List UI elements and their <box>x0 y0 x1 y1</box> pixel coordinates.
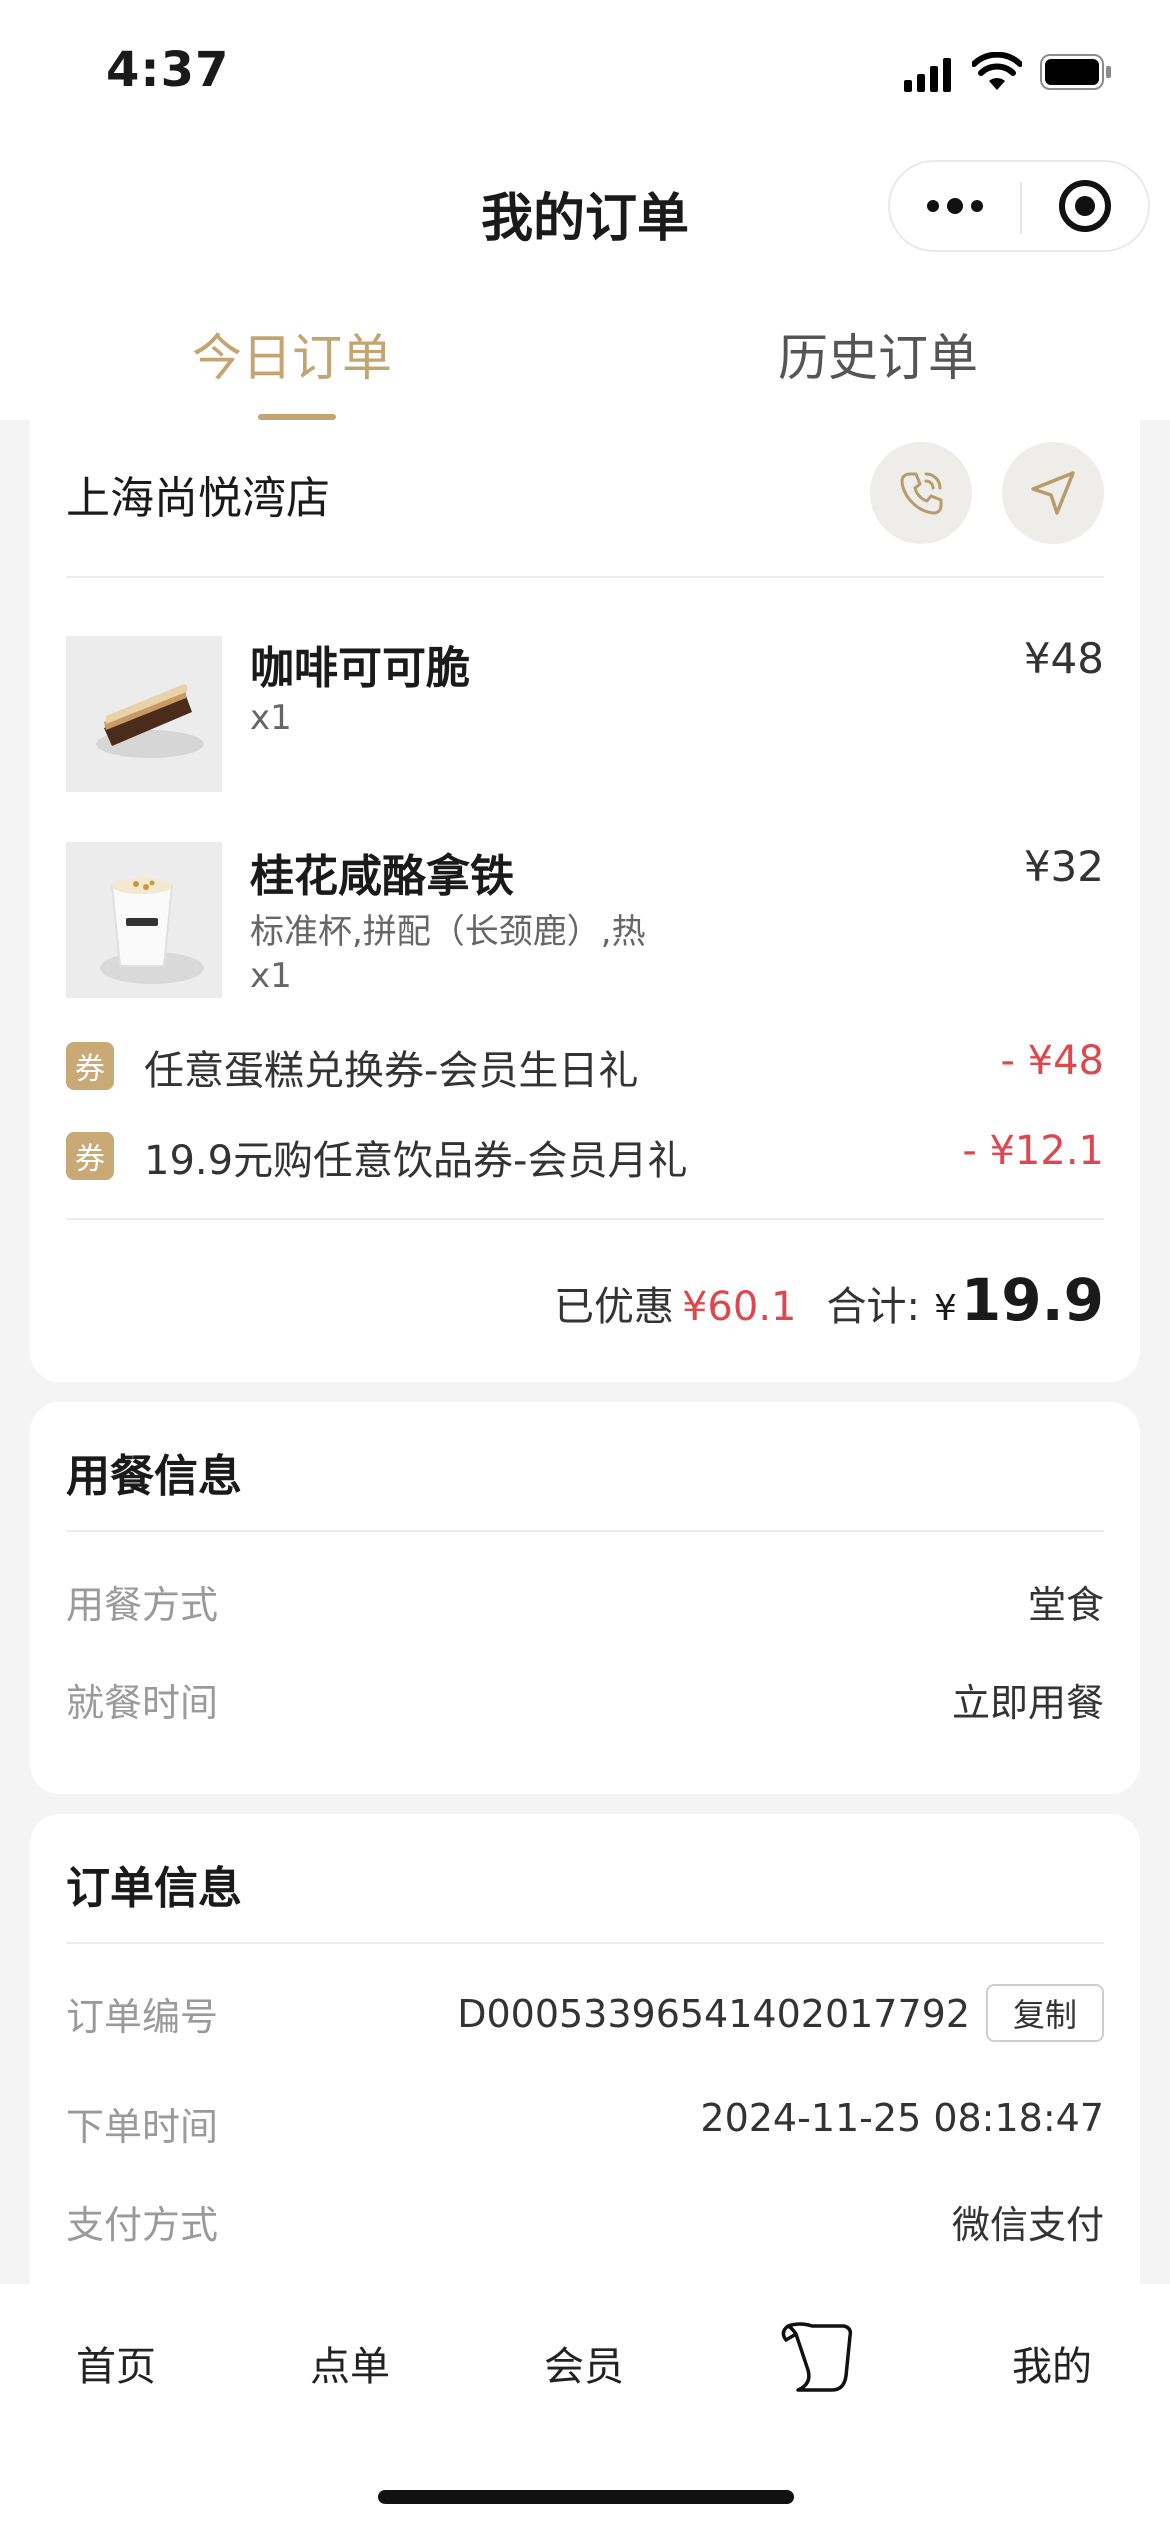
total-currency: ¥ <box>933 1288 957 1329</box>
total-label: 合计: <box>826 1284 920 1330</box>
item-spec: 标准杯,拼配（长颈鹿）,热 <box>250 912 646 952</box>
order-number-label: 订单编号 <box>66 1995 219 2039</box>
tabbar-item-orders[interactable] <box>778 2318 862 2398</box>
item-name: 桂花咸酪拿铁 <box>250 851 514 902</box>
copy-button[interactable]: 复制 <box>986 1984 1104 2042</box>
navigate-store-button[interactable] <box>1002 442 1104 544</box>
divider <box>66 1942 1104 1944</box>
tab-today-orders[interactable]: 今日订单 <box>192 318 392 390</box>
order-number-value: D00053396541402017792 <box>457 1992 970 2036</box>
coupon-name: 19.9元购任意饮品券-会员月礼 <box>144 1138 688 1184</box>
dining-info-card: 用餐信息 用餐方式 堂食 就餐时间 立即用餐 <box>30 1402 1140 1794</box>
coupon-badge-icon: 券 <box>66 1132 114 1180</box>
order-card: 上海尚悦湾店 咖啡可可脆 x1 ¥48 桂花咸酪拿铁 标准杯,拼配（长颈鹿）,热… <box>30 420 1140 1382</box>
item-name: 咖啡可可脆 <box>250 643 470 694</box>
section-title: 订单信息 <box>66 1863 242 1914</box>
dining-time-label: 就餐时间 <box>66 1681 219 1725</box>
divider <box>66 1218 1104 1220</box>
dining-mode-value: 堂食 <box>1027 1583 1104 1627</box>
payment-method-label: 支付方式 <box>66 2203 219 2247</box>
wifi-icon <box>971 51 1023 92</box>
product-image-latte <box>66 842 222 998</box>
coupon-discount: - ¥12.1 <box>962 1128 1104 1174</box>
navigation-arrow-icon <box>1031 471 1075 515</box>
order-summary: 已优惠 ¥60.1 合计: ¥ 19.9 <box>554 1266 1104 1334</box>
order-time-label: 下单时间 <box>66 2105 219 2149</box>
signal-icon <box>904 56 954 92</box>
tab-history-orders[interactable]: 历史订单 <box>778 318 978 390</box>
total-value: 19.9 <box>960 1266 1104 1334</box>
coupon-badge-icon: 券 <box>66 1042 114 1090</box>
coupon-discount: - ¥48 <box>1000 1038 1105 1084</box>
dining-time-value: 立即用餐 <box>951 1681 1104 1725</box>
item-price: ¥32 <box>1023 842 1104 891</box>
status-time: 4:37 <box>106 42 230 98</box>
phone-icon <box>900 472 943 515</box>
target-icon <box>1059 180 1111 232</box>
battery-icon <box>1040 54 1112 90</box>
product-image-cake <box>66 636 222 792</box>
mini-program-capsule <box>888 160 1150 252</box>
divider <box>66 576 1104 578</box>
store-name: 上海尚悦湾店 <box>66 473 330 524</box>
discount-value: ¥60.1 <box>681 1284 797 1330</box>
item-quantity: x1 <box>250 956 292 996</box>
section-title: 用餐信息 <box>66 1451 242 1502</box>
tabbar-item-home[interactable]: 首页 <box>76 2334 156 2392</box>
order-info-card: 订单信息 订单编号 D00053396541402017792 复制 下单时间 … <box>30 1814 1140 2334</box>
home-indicator <box>378 2490 794 2504</box>
item-price: ¥48 <box>1023 634 1104 683</box>
dining-mode-label: 用餐方式 <box>66 1583 219 1627</box>
discount-label: 已优惠 <box>553 1284 674 1330</box>
tabbar-item-mine[interactable]: 我的 <box>1012 2334 1092 2392</box>
coupon-name: 任意蛋糕兑换券-会员生日礼 <box>144 1048 639 1094</box>
divider <box>66 1530 1104 1532</box>
payment-method-value: 微信支付 <box>951 2203 1104 2247</box>
item-quantity: x1 <box>250 698 292 738</box>
order-time-value: 2024-11-25 08:18:47 <box>700 2096 1104 2140</box>
more-button[interactable] <box>890 162 1020 250</box>
close-mini-program-button[interactable] <box>1022 162 1148 250</box>
more-dots-icon <box>927 198 983 214</box>
call-store-button[interactable] <box>870 442 972 544</box>
scroll-icon <box>781 2322 853 2392</box>
tabbar-item-member[interactable]: 会员 <box>544 2334 624 2392</box>
tabbar-item-order[interactable]: 点单 <box>310 2334 390 2392</box>
